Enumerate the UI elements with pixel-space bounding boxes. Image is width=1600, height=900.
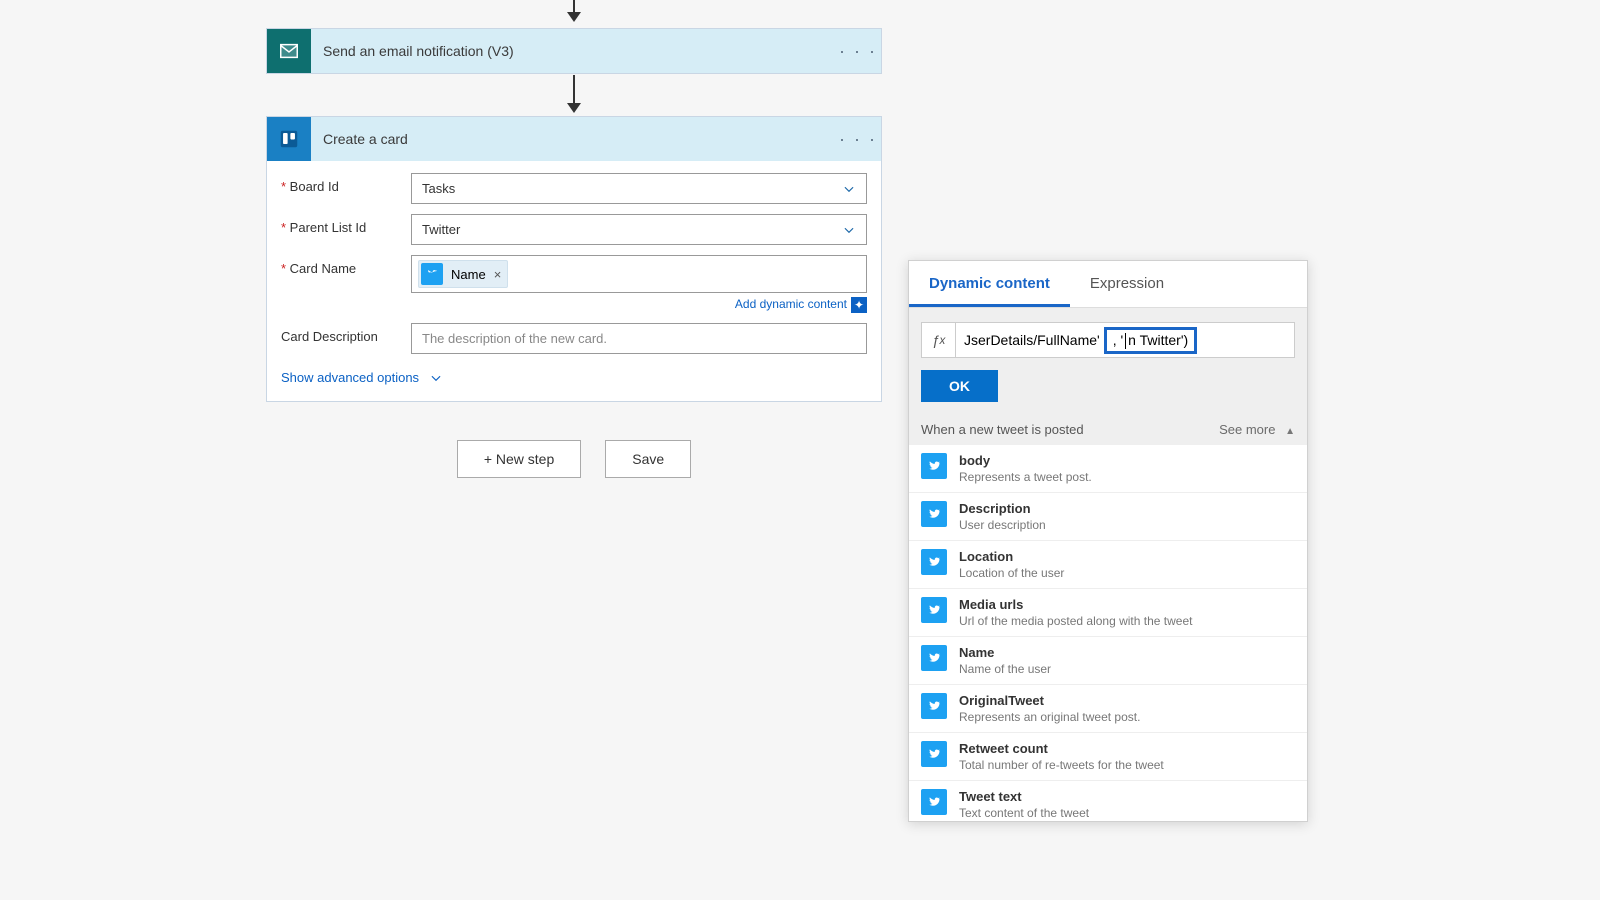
chevron-down-icon <box>842 223 856 237</box>
label-card-description: Card Description <box>281 323 411 344</box>
expression-text: JserDetails/FullName' <box>964 332 1100 348</box>
label-board-id: Board Id <box>281 173 411 194</box>
token-name[interactable]: Name × <box>418 260 508 288</box>
step-title: Send an email notification (V3) <box>311 43 835 59</box>
flow-arrow <box>573 75 575 111</box>
twitter-icon <box>921 453 947 479</box>
step-send-email[interactable]: Send an email notification (V3) · · · <box>266 28 882 74</box>
item-description: Represents an original tweet post. <box>959 710 1140 724</box>
item-title: Location <box>959 549 1064 564</box>
fx-icon: ƒx <box>922 323 956 357</box>
section-title: When a new tweet is posted <box>921 422 1084 437</box>
step-menu-button[interactable]: · · · <box>835 41 881 62</box>
flow-arrow <box>573 0 575 20</box>
item-title: body <box>959 453 1092 468</box>
ok-button[interactable]: OK <box>921 370 998 402</box>
tab-dynamic-content[interactable]: Dynamic content <box>909 261 1070 307</box>
input-card-name[interactable]: Name × <box>411 255 867 293</box>
item-description: Name of the user <box>959 662 1051 676</box>
twitter-icon <box>921 645 947 671</box>
see-more-link[interactable]: See more <box>1219 422 1275 437</box>
chevron-down-icon <box>842 182 856 196</box>
select-value: Twitter <box>422 222 460 237</box>
step-header[interactable]: Create a card · · · <box>267 117 881 161</box>
item-title: OriginalTweet <box>959 693 1140 708</box>
item-title: Tweet text <box>959 789 1089 804</box>
tab-expression[interactable]: Expression <box>1070 261 1184 307</box>
select-parent-list-id[interactable]: Twitter <box>411 214 867 245</box>
label-card-name: Card Name <box>281 255 411 276</box>
item-description: Represents a tweet post. <box>959 470 1092 484</box>
item-description: Total number of re-tweets for the tweet <box>959 758 1164 772</box>
item-title: Media urls <box>959 597 1192 612</box>
item-description: Url of the media posted along with the t… <box>959 614 1192 628</box>
item-description: Text content of the tweet <box>959 806 1089 820</box>
add-dynamic-content-link[interactable]: Add dynamic content✦ <box>735 297 867 311</box>
token-remove[interactable]: × <box>494 267 502 282</box>
item-title: Name <box>959 645 1051 660</box>
twitter-icon <box>921 549 947 575</box>
input-card-description[interactable]: The description of the new card. <box>411 323 867 354</box>
plus-icon: ✦ <box>851 297 867 313</box>
twitter-icon <box>921 501 947 527</box>
expression-cursor-region: , 'n Twitter') <box>1104 327 1197 354</box>
step-menu-button[interactable]: · · · <box>835 129 881 150</box>
dynamic-content-item[interactable]: Tweet text Text content of the tweet <box>909 781 1307 821</box>
twitter-icon <box>421 263 443 285</box>
dynamic-content-item[interactable]: Name Name of the user <box>909 637 1307 685</box>
token-label: Name <box>451 267 486 282</box>
show-advanced-options[interactable]: Show advanced options <box>281 364 443 387</box>
item-title: Retweet count <box>959 741 1164 756</box>
expression-input[interactable]: ƒx JserDetails/FullName' , 'n Twitter') <box>921 322 1295 358</box>
dynamic-content-item[interactable]: Description User description <box>909 493 1307 541</box>
trello-icon <box>267 117 311 161</box>
dynamic-content-item[interactable]: Retweet count Total number of re-tweets f… <box>909 733 1307 781</box>
twitter-icon <box>921 789 947 815</box>
label-parent-list-id: Parent List Id <box>281 214 411 235</box>
step-create-card: Create a card · · · Board Id Tasks Paren… <box>266 116 882 402</box>
new-step-button[interactable]: + New step <box>457 440 581 478</box>
dynamic-content-list[interactable]: body Represents a tweet post. Description U… <box>909 445 1307 821</box>
save-button[interactable]: Save <box>605 440 691 478</box>
select-board-id[interactable]: Tasks <box>411 173 867 204</box>
dynamic-content-item[interactable]: OriginalTweet Represents an original twee… <box>909 685 1307 733</box>
step-title: Create a card <box>311 131 835 147</box>
item-title: Description <box>959 501 1046 516</box>
collapse-icon[interactable]: ▲ <box>1285 426 1295 437</box>
dynamic-content-item[interactable]: Location Location of the user <box>909 541 1307 589</box>
item-description: Location of the user <box>959 566 1064 580</box>
twitter-icon <box>921 597 947 623</box>
twitter-icon <box>921 693 947 719</box>
chevron-down-icon <box>429 371 443 385</box>
item-description: User description <box>959 518 1046 532</box>
dynamic-content-item[interactable]: body Represents a tweet post. <box>909 445 1307 493</box>
mail-icon <box>267 29 311 73</box>
dynamic-content-popout: Dynamic content Expression ƒx JserDetail… <box>908 260 1308 822</box>
twitter-icon <box>921 741 947 767</box>
select-value: Tasks <box>422 181 455 196</box>
dynamic-content-item[interactable]: Media urls Url of the media posted along … <box>909 589 1307 637</box>
